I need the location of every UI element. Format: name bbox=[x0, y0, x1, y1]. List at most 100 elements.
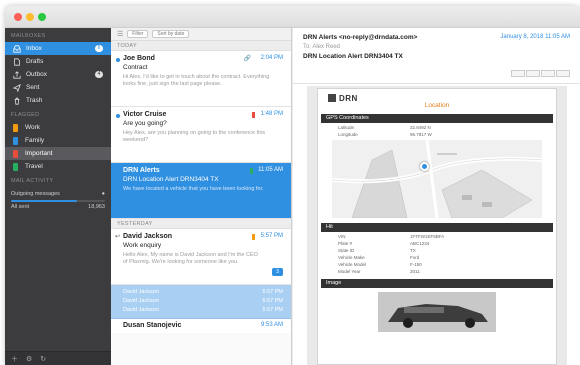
kv-value: 96.7817 W bbox=[410, 132, 432, 137]
close-window-button[interactable] bbox=[14, 13, 22, 21]
message-time: 9:53 AM bbox=[260, 322, 283, 328]
message-item[interactable]: Dusan Stanojevic 9:53 AM bbox=[111, 319, 291, 333]
kv-key: Plate # bbox=[338, 241, 353, 246]
filter-button[interactable]: Filter bbox=[127, 30, 149, 38]
mail-activity: Outgoing messages ● All sent 18,963 bbox=[5, 187, 111, 212]
email-body: DRN Location GPS Coordinates Latitude 32.… bbox=[307, 86, 567, 365]
sidebar-item-family[interactable]: Family bbox=[5, 134, 111, 147]
attachment-icon: 🔗 bbox=[243, 56, 251, 62]
message-preview: Hi Alex, I'd like to get in touch about … bbox=[123, 74, 270, 87]
work-tag-icon bbox=[13, 123, 18, 132]
email-subject: DRN Location Alert DRN3404 TX bbox=[303, 53, 403, 60]
archive-button[interactable] bbox=[541, 70, 555, 77]
sidebar-item-sent[interactable]: Sent bbox=[5, 81, 111, 94]
group-heading-today: TODAY bbox=[111, 41, 291, 51]
kv-key: Model Year bbox=[338, 269, 361, 274]
section-hit-heading: Hit bbox=[321, 223, 553, 232]
alert-card: DRN Location GPS Coordinates Latitude 32.… bbox=[317, 88, 557, 365]
kv-value: TX bbox=[410, 248, 416, 253]
message-item[interactable]: ↩ David Jackson 5:57 PM Work enquiry Hel… bbox=[111, 229, 291, 285]
message-item-selected[interactable]: DRN Alerts 11:05 AM DRN Location Alert D… bbox=[111, 163, 291, 219]
unread-dot-icon bbox=[116, 114, 120, 118]
kv-row: Latitude 32.8492 N bbox=[318, 123, 556, 130]
forward-button[interactable] bbox=[526, 70, 540, 77]
reading-pane: DRN Alerts <no-reply@drndata.com> To: Al… bbox=[293, 28, 580, 365]
section-gps-heading: GPS Coordinates bbox=[321, 114, 553, 123]
settings-icon[interactable]: ⚙ bbox=[26, 355, 32, 363]
message-sender: David Jackson bbox=[123, 233, 173, 240]
kv-key: Latitude bbox=[338, 125, 355, 130]
email-header: DRN Alerts <no-reply@drndata.com> To: Al… bbox=[293, 28, 580, 84]
message-subject: Are you going? bbox=[123, 120, 167, 127]
sidebar-item-label: Drafts bbox=[26, 58, 44, 65]
sidebar-item-label: Outbox bbox=[26, 71, 47, 78]
kv-row: State ID TX bbox=[318, 246, 556, 253]
sort-button[interactable]: Sort by date bbox=[152, 30, 190, 38]
kv-value: F-150 bbox=[410, 262, 422, 267]
zoom-window-button[interactable] bbox=[38, 13, 46, 21]
travel-tag-icon bbox=[13, 162, 18, 171]
title-bar bbox=[5, 6, 580, 28]
activity-left-label: All sent bbox=[11, 204, 30, 210]
kv-row: VIN 1FTFW1EF5BFA bbox=[318, 232, 556, 239]
kv-key: State ID bbox=[338, 248, 355, 253]
sidebar-item-trash[interactable]: Trash bbox=[5, 94, 111, 107]
kv-value: Ford bbox=[410, 255, 420, 260]
minimize-window-button[interactable] bbox=[26, 13, 34, 21]
logo-mark-icon bbox=[328, 94, 336, 102]
refresh-icon[interactable]: ↻ bbox=[40, 355, 46, 363]
kv-row: Vehicle Model F-150 bbox=[318, 260, 556, 267]
sidebar: MAILBOXES Inbox 6 Drafts Outbox 4 Sent T… bbox=[5, 28, 111, 365]
reply-button[interactable] bbox=[511, 70, 525, 77]
location-map[interactable] bbox=[332, 140, 542, 218]
inbox-icon bbox=[13, 44, 21, 53]
kv-key: VIN bbox=[338, 234, 346, 239]
kv-row: Vehicle Make Ford bbox=[318, 253, 556, 260]
kv-row: Model Year 2011 bbox=[318, 267, 556, 274]
thread-time: 5:57 PM bbox=[262, 298, 283, 304]
sidebar-footer: ＋ ⚙ ↻ bbox=[5, 351, 111, 365]
outbox-count-badge: 4 bbox=[95, 71, 103, 78]
thread-count-badge[interactable]: 3 bbox=[272, 268, 283, 276]
map-graphic bbox=[332, 140, 542, 218]
list-menu-icon[interactable]: ☰ bbox=[117, 30, 123, 38]
outbox-icon bbox=[13, 70, 21, 79]
thread-sender: David Jackson bbox=[123, 289, 159, 295]
sidebar-item-important[interactable]: Important bbox=[5, 147, 111, 160]
activity-count: 18,963 bbox=[88, 204, 105, 210]
vehicle-photo-graphic bbox=[378, 292, 496, 332]
kv-row: Longitude 96.7817 W bbox=[318, 130, 556, 137]
message-subject: Work enquiry bbox=[123, 242, 162, 249]
section-image-heading: Image bbox=[321, 279, 553, 288]
thread-row[interactable]: David Jackson 5:57 PM bbox=[123, 288, 283, 297]
sidebar-item-travel[interactable]: Travel bbox=[5, 160, 111, 173]
delete-button[interactable] bbox=[556, 70, 570, 77]
thread-row[interactable]: David Jackson 5:57 PM bbox=[123, 297, 283, 306]
thread-row[interactable]: David Jackson 5:57 PM bbox=[123, 306, 283, 315]
message-sender: Dusan Stanojevic bbox=[123, 322, 182, 329]
message-time: 1:48 PM bbox=[260, 111, 283, 117]
work-flag-icon bbox=[252, 234, 255, 240]
sidebar-item-work[interactable]: Work bbox=[5, 121, 111, 134]
reply-icon: ↩ bbox=[115, 234, 121, 240]
message-time: 2:04 PM bbox=[260, 55, 283, 61]
message-preview: We have located a vehicle that you have … bbox=[123, 186, 264, 192]
vehicle-photo[interactable] bbox=[378, 292, 496, 332]
draft-icon bbox=[14, 57, 20, 66]
family-tag-icon bbox=[13, 136, 18, 145]
message-preview: Hey Alex, are you planning on going to t… bbox=[123, 130, 266, 143]
kv-value: ABC1234 bbox=[410, 241, 430, 246]
kv-key: Vehicle Make bbox=[338, 255, 365, 260]
kv-value: 2011 bbox=[410, 269, 420, 274]
sidebar-item-label: Trash bbox=[26, 97, 43, 104]
message-item[interactable]: Joe Bond 🔗 2:04 PM Contract Hi Alex, I'd… bbox=[111, 51, 291, 107]
message-item[interactable]: Victor Cruise 1:48 PM Are you going? Hey… bbox=[111, 107, 291, 163]
logo-text: DRN bbox=[339, 93, 358, 103]
flagged-heading: FLAGGED bbox=[11, 112, 40, 118]
sidebar-item-inbox[interactable]: Inbox 6 bbox=[5, 42, 111, 55]
add-icon[interactable]: ＋ bbox=[11, 354, 18, 364]
sidebar-item-drafts[interactable]: Drafts bbox=[5, 55, 111, 68]
sidebar-item-outbox[interactable]: Outbox 4 bbox=[5, 68, 111, 81]
mail-app-window: MAILBOXES Inbox 6 Drafts Outbox 4 Sent T… bbox=[5, 6, 580, 365]
message-sender: Joe Bond bbox=[123, 55, 155, 62]
